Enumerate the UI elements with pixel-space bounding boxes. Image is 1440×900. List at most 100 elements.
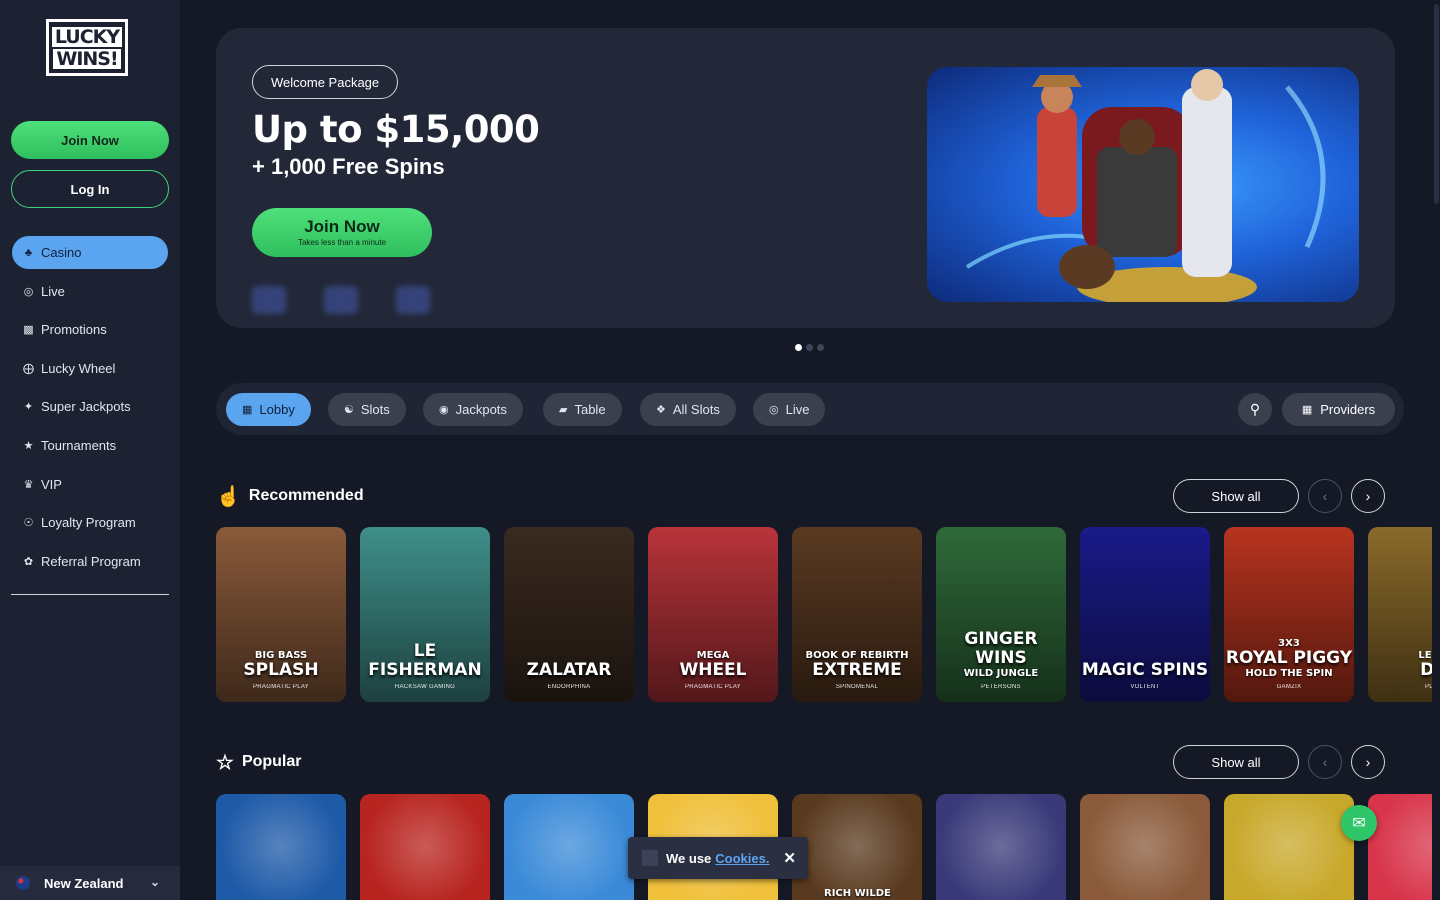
tab-label: Slots [360,402,390,417]
recommended-show-all-button[interactable]: Show all [1173,479,1299,513]
search-button[interactable]: ⚲ [1238,393,1272,426]
brand-logo[interactable]: LUCKY WINS! [46,19,128,76]
sidebar-item-super-jackpots[interactable]: ✦ Super Jackpots [12,390,168,423]
game-card[interactable] [1080,794,1210,900]
tab-label: Live [785,402,810,417]
chat-button[interactable]: ✉ [1341,805,1377,841]
casino-icon: ♣ [24,246,33,259]
game-title: WHEEL [679,660,747,680]
popular-prev-button[interactable]: ‹ [1308,745,1342,779]
sidebar-item-label: VIP [41,476,62,492]
hero-join-label: Join Now [304,217,380,236]
tab-table[interactable]: ▰ Table [543,393,622,426]
game-card[interactable]: LE FISHERMAN HACKSAW GAMING [360,527,490,702]
cookie-text: We use [666,850,712,866]
popular-show-all-button[interactable]: Show all [1173,745,1299,779]
payment-logo [396,286,430,314]
game-card[interactable]: BIG BASS SPLASH PRAGMATIC PLAY [216,527,346,702]
welcome-package-badge[interactable]: Welcome Package [252,65,399,99]
tab-lobby[interactable]: ▦ Lobby [226,393,311,426]
payment-logo [252,286,286,314]
carousel-dot[interactable] [806,344,813,351]
recommended-prev-button[interactable]: ‹ [1308,479,1342,513]
sidebar: LUCKY WINS! Join Now Log In ♣ Casino ◎ L… [0,0,180,900]
recommended-next-button[interactable]: › [1351,479,1385,513]
sidebar-item-label: Promotions [41,322,107,338]
section-title-label: Popular [241,753,302,770]
section-title-label: Recommended [248,487,364,504]
providers-button[interactable]: ▦ Providers [1282,393,1395,426]
scrollbar-thumb[interactable] [1434,4,1439,204]
payment-logos [252,286,430,314]
game-title: LE FISHERMAN [368,641,482,680]
game-title: ROYAL PIGGY [1225,648,1353,668]
log-in-button[interactable]: Log In [11,170,169,208]
carousel-dot[interactable] [817,344,824,351]
tab-label: Jackpots [455,402,507,417]
live-icon: ◎ [23,285,34,298]
tab-all-slots[interactable]: ❖ All Slots [640,393,736,426]
popular-next-button[interactable]: › [1351,745,1385,779]
game-provider: VOLTENT [1130,684,1160,690]
sidebar-item-referral-program[interactable]: ✿ Referral Program [12,545,168,578]
payment-logo [324,286,358,314]
region-selector[interactable]: New Zealand ⌄ [0,866,180,900]
tab-jackpots[interactable]: ◉ Jackpots [423,393,523,426]
search-icon: ⚲ [1249,401,1261,417]
nz-flag-icon [16,876,30,890]
referral-icon: ✿ [23,555,34,568]
hero-join-now-button[interactable]: Join Now Takes less than a minute [252,208,432,257]
game-card[interactable]: RICH WILDE [792,794,922,900]
game-card[interactable]: BOOK OF REBIRTH EXTREME SPINOMENAL [792,527,922,702]
game-title: ZALATAR [526,660,612,680]
tab-label: Lobby [259,402,295,417]
sidebar-item-tournaments[interactable]: ★ Tournaments [12,429,168,462]
hero-carousel-dots [795,344,824,351]
game-card[interactable]: MEGA WHEEL PRAGMATIC PLAY [648,527,778,702]
region-label: New Zealand [44,875,124,891]
tab-slots[interactable]: ☯ Slots [328,393,406,426]
jackpot-icon: ✦ [23,401,34,414]
hero-join-note: Takes less than a minute [297,238,387,247]
game-card[interactable]: ZALATAR ENDORPHINA [504,527,634,702]
game-card[interactable]: LEGADEPLAY [1368,527,1440,702]
game-provider: GAMZIX [1276,684,1302,690]
game-card[interactable]: 3X3 ROYAL PIGGY HOLD THE SPIN GAMZIX [1224,527,1354,702]
sidebar-item-vip[interactable]: ♛ VIP [12,468,168,501]
chevron-right-icon: › [1365,488,1371,504]
game-card[interactable] [936,794,1066,900]
sidebar-divider [11,594,169,595]
trophy-icon: ★ [23,439,34,452]
game-card[interactable] [1224,794,1354,900]
game-card[interactable] [1368,794,1440,900]
game-provider: PETERSONS [981,684,1021,690]
sidebar-item-live[interactable]: ◎ Live [12,275,168,308]
join-now-button[interactable]: Join Now [11,121,169,159]
sidebar-item-label: Lucky Wheel [41,360,116,376]
wheel-icon: ⨁ [23,362,34,375]
brand-logo-line1: LUCKY [51,26,123,47]
game-card[interactable]: GINGER WINS WILD JUNGLE PETERSONS [936,527,1066,702]
game-card[interactable] [216,794,346,900]
close-icon[interactable]: ✕ [783,849,796,867]
star-icon: ☆ [216,751,234,774]
game-card[interactable]: MAGIC SPINS VOLTENT [1080,527,1210,702]
hero-characters-illustration [965,69,1326,302]
game-card[interactable] [360,794,490,900]
sidebar-item-loyalty-program[interactable]: ☉ Loyalty Program [12,506,168,539]
cookies-link[interactable]: Cookies. [715,851,769,866]
sidebar-item-promotions[interactable]: ▩ Promotions [12,313,168,346]
tab-live[interactable]: ◎ Live [753,393,826,426]
game-card[interactable] [504,794,634,900]
scrollbar[interactable] [1432,0,1440,900]
crown-icon: ♛ [23,478,34,491]
sidebar-item-lucky-wheel[interactable]: ⨁ Lucky Wheel [12,352,168,385]
tab-label: Table [574,402,606,417]
sidebar-item-label: Loyalty Program [41,515,136,531]
carousel-dot[interactable] [795,344,802,351]
chevron-left-icon: ‹ [1322,488,1328,504]
game-subtitle: HOLD THE SPIN [1245,668,1333,679]
sidebar-item-casino[interactable]: ♣ Casino [12,236,168,269]
cookie-banner: We use Cookies. ✕ [628,837,808,879]
chevron-down-icon: ⌄ [149,875,160,889]
